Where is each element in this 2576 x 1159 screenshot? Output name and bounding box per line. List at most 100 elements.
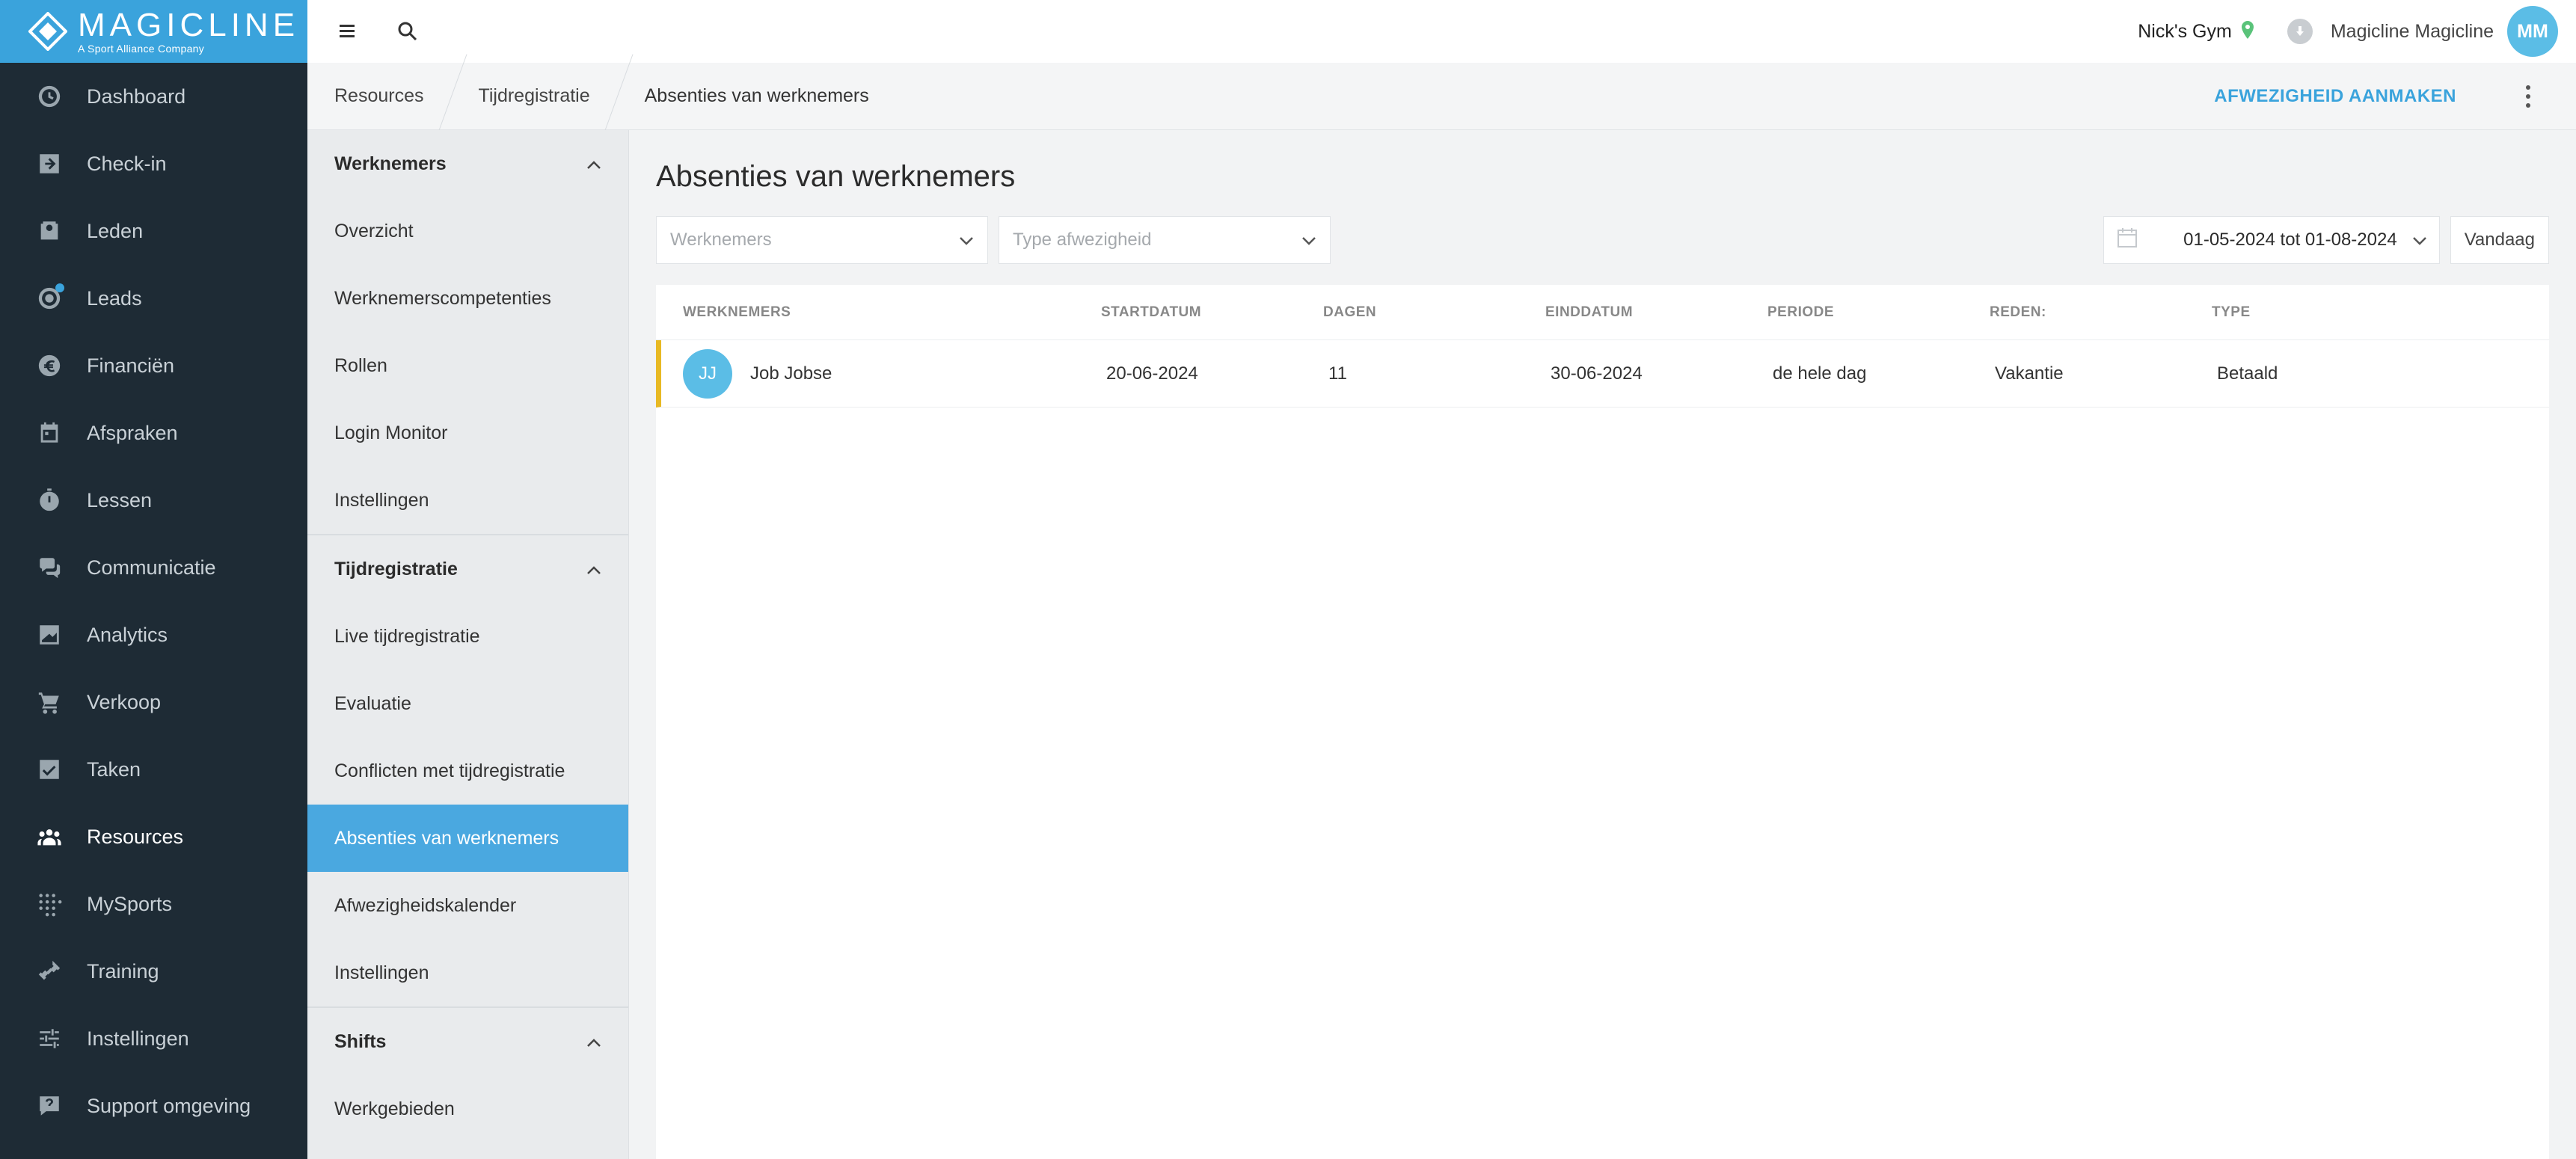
submenu-item-instellingen-werknemers[interactable]: Instellingen xyxy=(307,467,628,534)
nav-label: Training xyxy=(87,959,159,983)
days-cell: 11 xyxy=(1328,363,1347,384)
chevron-down-icon xyxy=(959,230,974,250)
breadcrumb-current: Absenties van werknemers xyxy=(644,85,869,106)
submenu-item-live-tijdregistratie[interactable]: Live tijdregistratie xyxy=(307,603,628,670)
user-avatar[interactable]: MM xyxy=(2507,6,2558,57)
nav-label: Resources xyxy=(87,825,184,848)
period-cell: de hele dag xyxy=(1773,363,1867,384)
employee-cell: JJ Job Jobse xyxy=(661,348,1106,399)
nav-item-analytics[interactable]: Analytics xyxy=(0,601,307,668)
nav-item-instellingen[interactable]: Instellingen xyxy=(0,1005,307,1072)
section-title: Shifts xyxy=(334,1030,387,1052)
chevron-up-icon xyxy=(586,559,601,580)
table-header: WERKNEMERS STARTDATUM DAGEN EINDDATUM PE… xyxy=(656,285,2549,340)
brand-logo[interactable]: MAGICLINE A Sport Alliance Company xyxy=(0,0,307,63)
table-row[interactable]: JJ Job Jobse 20-06-2024 11 30-06-2024 de… xyxy=(656,340,2549,408)
members-icon xyxy=(36,218,63,245)
submenu-item-afwezigheidskalender[interactable]: Afwezigheidskalender xyxy=(307,872,628,939)
submenu-item-login-monitor[interactable]: Login Monitor xyxy=(307,399,628,467)
column-header[interactable]: STARTDATUM xyxy=(1101,304,1323,321)
chat-icon xyxy=(36,554,63,581)
today-button[interactable]: Vandaag xyxy=(2450,216,2549,264)
magicline-logo-icon xyxy=(28,11,68,52)
cart-icon xyxy=(36,689,63,716)
people-icon xyxy=(36,823,63,850)
nav-label: Check-in xyxy=(87,152,167,175)
nav-item-afspraken[interactable]: Afspraken xyxy=(0,399,307,467)
nav-item-leden[interactable]: Leden xyxy=(0,197,307,265)
submenu-item-werknemerscompetenties[interactable]: Werknemerscompetenties xyxy=(307,265,628,332)
nav-label: Analytics xyxy=(87,623,168,646)
nav-label: Leden xyxy=(87,219,144,242)
end-date-cell: 30-06-2024 xyxy=(1551,363,1643,384)
breadcrumb-resources[interactable]: Resources xyxy=(307,63,451,130)
column-header[interactable]: WERKNEMERS xyxy=(656,304,1101,321)
employee-name: Job Jobse xyxy=(750,363,832,384)
main-navigation: MAGICLINE A Sport Alliance Company Dashb… xyxy=(0,0,307,1159)
nav-item-communicatie[interactable]: Communicatie xyxy=(0,534,307,601)
nav-label: Verkoop xyxy=(87,690,162,713)
nav-item-lessen[interactable]: Lessen xyxy=(0,467,307,534)
date-range-picker[interactable]: 01-05-2024 tot 01-08-2024 xyxy=(2103,216,2440,264)
leads-icon xyxy=(36,283,64,312)
hamburger-menu-icon[interactable] xyxy=(325,9,370,54)
nav-label: Instellingen xyxy=(87,1027,189,1050)
breadcrumb-tijdregistratie[interactable]: Tijdregistratie xyxy=(452,63,617,130)
brand-tagline: A Sport Alliance Company xyxy=(78,43,205,55)
start-date-cell: 20-06-2024 xyxy=(1106,363,1198,384)
nav-item-financien[interactable]: Financiën xyxy=(0,332,307,399)
checkin-icon xyxy=(36,150,63,177)
section-header-werknemers[interactable]: Werknemers xyxy=(307,130,628,197)
nav-item-dashboard[interactable]: Dashboard xyxy=(0,63,307,130)
submenu-item-rollen[interactable]: Rollen xyxy=(307,332,628,399)
stopwatch-icon xyxy=(36,487,63,514)
section-header-shifts[interactable]: Shifts xyxy=(307,1008,628,1075)
submenu-item-instellingen-tijdregistratie[interactable]: Instellingen xyxy=(307,939,628,1006)
help-icon xyxy=(36,1092,63,1119)
chevron-up-icon xyxy=(586,1031,601,1053)
euro-icon xyxy=(36,352,63,379)
nav-item-support[interactable]: Support omgeving xyxy=(0,1072,307,1140)
absence-type-select[interactable]: Type afwezigheid xyxy=(999,216,1331,264)
calendar-icon xyxy=(2116,227,2138,254)
column-header[interactable]: DAGEN xyxy=(1323,304,1545,321)
nav-item-resources[interactable]: Resources xyxy=(0,803,307,870)
download-icon[interactable] xyxy=(2287,19,2313,44)
nav-label: Communicatie xyxy=(87,556,216,579)
nav-label: Taken xyxy=(87,757,141,781)
submenu-item-absenties[interactable]: Absenties van werknemers xyxy=(307,805,628,872)
grid-dots-icon xyxy=(36,891,63,917)
sliders-icon xyxy=(36,1025,63,1052)
employee-avatar: JJ xyxy=(683,348,732,399)
nav-item-training[interactable]: Training xyxy=(0,938,307,1005)
chevron-down-icon xyxy=(2412,230,2427,250)
dumbbell-icon xyxy=(36,958,63,985)
dashboard-icon xyxy=(36,83,63,110)
nav-item-verkoop[interactable]: Verkoop xyxy=(0,668,307,736)
reason-cell: Vakantie xyxy=(1995,363,2064,384)
section-header-tijdregistratie[interactable]: Tijdregistratie xyxy=(307,535,628,603)
section-title: Tijdregistratie xyxy=(334,558,458,580)
submenu-item-overzicht[interactable]: Overzicht xyxy=(307,197,628,265)
filter-bar: Werknemers Type afwezigheid 01-05-2024 t… xyxy=(656,216,2549,264)
column-header[interactable]: PERIODE xyxy=(1767,304,1990,321)
employees-select[interactable]: Werknemers xyxy=(656,216,988,264)
create-absence-button[interactable]: AFWEZIGHEID AANMAKEN xyxy=(2214,86,2456,107)
submenu-item-evaluatie[interactable]: Evaluatie xyxy=(307,670,628,737)
column-header[interactable]: EINDDATUM xyxy=(1545,304,1767,321)
nav-item-leads[interactable]: Leads xyxy=(0,265,307,332)
column-header[interactable]: REDEN: xyxy=(1990,304,2212,321)
nav-label: Lessen xyxy=(87,488,153,511)
nav-item-taken[interactable]: Taken xyxy=(0,736,307,803)
gym-selector[interactable]: Nick's Gym xyxy=(2138,21,2232,43)
submenu-item-conflicten[interactable]: Conflicten met tijdregistratie xyxy=(307,737,628,805)
nav-item-check-in[interactable]: Check-in xyxy=(0,130,307,197)
more-options-icon[interactable] xyxy=(2513,74,2543,119)
top-bar: Nick's Gym Magicline Magicline MM xyxy=(307,0,2576,63)
column-header[interactable]: TYPE xyxy=(2212,304,2434,321)
nav-item-mysports[interactable]: MySports xyxy=(0,870,307,938)
search-icon[interactable] xyxy=(385,9,430,54)
date-range-value: 01-05-2024 tot 01-08-2024 xyxy=(2183,230,2397,250)
submenu-item-werkgebieden[interactable]: Werkgebieden xyxy=(307,1075,628,1143)
user-name[interactable]: Magicline Magicline xyxy=(2331,21,2494,43)
